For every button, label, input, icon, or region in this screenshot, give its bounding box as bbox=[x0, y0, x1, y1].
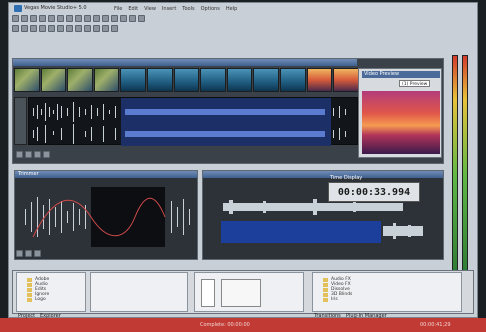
preview-frame-image bbox=[362, 91, 440, 154]
thumbnail bbox=[93, 68, 120, 92]
stop-icon[interactable] bbox=[25, 250, 32, 257]
thumbnail bbox=[147, 68, 173, 92]
paste-icon[interactable] bbox=[75, 15, 82, 22]
plugin-manager-panel[interactable]: Audio FX Video FX Dissolve 3D Blinds Iri… bbox=[312, 272, 462, 312]
menu-insert[interactable]: Insert bbox=[162, 6, 176, 12]
region-icon[interactable] bbox=[102, 25, 109, 32]
thumbnail bbox=[253, 68, 280, 92]
menu-file[interactable]: File bbox=[114, 6, 122, 12]
thumbnail bbox=[306, 68, 333, 92]
play-icon[interactable] bbox=[16, 250, 23, 257]
video-track-thumbnails[interactable] bbox=[14, 68, 359, 92]
undo-icon[interactable] bbox=[93, 15, 100, 22]
menu-help[interactable]: Help bbox=[226, 6, 237, 12]
audio-editor-title-bar bbox=[203, 171, 443, 178]
preview-preset-dropdown[interactable]: (1) Preview bbox=[399, 80, 431, 87]
trimmer-waveform[interactable] bbox=[15, 187, 197, 247]
status-left: Complete: 00:00:00 bbox=[200, 322, 250, 328]
mixer-channel-strip[interactable] bbox=[221, 279, 261, 307]
loop-icon[interactable] bbox=[43, 151, 50, 158]
master-level-meter-right bbox=[462, 55, 468, 275]
trimmer-title: Trimmer bbox=[15, 171, 197, 178]
tab-transitions[interactable]: Transitions bbox=[314, 313, 341, 319]
loop-icon[interactable] bbox=[21, 25, 28, 32]
play-icon[interactable] bbox=[39, 25, 46, 32]
menu-edit[interactable]: Edit bbox=[128, 6, 138, 12]
menu-bar: File Edit View Insert Tools Options Help bbox=[78, 4, 486, 13]
properties-icon[interactable] bbox=[48, 15, 55, 22]
menu-options[interactable]: Options bbox=[201, 6, 220, 12]
mixer-channel-strip[interactable] bbox=[201, 279, 215, 307]
menu-view[interactable]: View bbox=[144, 6, 156, 12]
marker-icon[interactable] bbox=[93, 25, 100, 32]
thumbnail bbox=[67, 68, 93, 92]
preview-title: Video Preview bbox=[362, 71, 440, 78]
thumbnail bbox=[200, 68, 226, 92]
cut-icon[interactable] bbox=[57, 15, 64, 22]
cursor-icon[interactable] bbox=[120, 15, 127, 22]
time-display-label: Time Display bbox=[330, 175, 363, 181]
thumbnail bbox=[14, 68, 40, 92]
open-icon[interactable] bbox=[21, 15, 28, 22]
mixer-panel[interactable] bbox=[194, 272, 304, 312]
tab-explorer[interactable]: Explorer bbox=[40, 313, 61, 319]
timeline-title-bar bbox=[13, 59, 357, 66]
go-end-icon[interactable] bbox=[84, 25, 91, 32]
stop-icon[interactable] bbox=[34, 151, 41, 158]
video-preview-window: Video Preview (1) Preview bbox=[358, 68, 442, 158]
audio-track-1[interactable] bbox=[28, 97, 358, 146]
tab-project[interactable]: Project bbox=[18, 313, 35, 319]
thumbnail bbox=[40, 68, 67, 92]
zoom-icon[interactable] bbox=[138, 15, 145, 22]
thumbnail bbox=[120, 68, 147, 92]
copy-icon[interactable] bbox=[66, 15, 73, 22]
save-icon[interactable] bbox=[30, 15, 37, 22]
loop-icon[interactable] bbox=[34, 250, 41, 257]
audio-waveform bbox=[33, 102, 346, 144]
record-icon[interactable] bbox=[12, 25, 19, 32]
record-icon[interactable] bbox=[16, 151, 23, 158]
pause-icon[interactable] bbox=[48, 25, 55, 32]
trimmer-window: Trimmer bbox=[14, 170, 198, 260]
time-display: 00:00:33.994 bbox=[328, 182, 420, 202]
thumbnail bbox=[333, 68, 359, 92]
toolbar-secondary bbox=[12, 24, 212, 33]
stop-icon[interactable] bbox=[57, 25, 64, 32]
transport-bar bbox=[16, 150, 96, 159]
explorer-file-list[interactable] bbox=[90, 272, 188, 312]
track-header[interactable] bbox=[14, 97, 27, 145]
envelope-icon[interactable] bbox=[129, 15, 136, 22]
next-frame-icon[interactable] bbox=[75, 25, 82, 32]
play-icon[interactable] bbox=[25, 151, 32, 158]
thumbnail bbox=[280, 68, 306, 92]
prev-frame-icon[interactable] bbox=[66, 25, 73, 32]
new-icon[interactable] bbox=[12, 15, 19, 22]
menu-tools[interactable]: Tools bbox=[182, 6, 194, 12]
toolbar-main bbox=[12, 14, 212, 23]
plugin-item[interactable]: Iris bbox=[313, 297, 461, 302]
app-logo-icon bbox=[14, 5, 22, 12]
trimmer-toolbar bbox=[16, 249, 196, 258]
master-level-meter-left bbox=[452, 55, 458, 275]
lock-icon[interactable] bbox=[111, 25, 118, 32]
thumbnail bbox=[226, 68, 253, 92]
folder-item[interactable]: Logo bbox=[17, 297, 85, 302]
render-icon[interactable] bbox=[39, 15, 46, 22]
explorer-folder-tree[interactable]: Adobe Audio Edits Ignore Logo bbox=[16, 272, 86, 312]
thumbnail bbox=[173, 68, 200, 92]
tab-plugin-manager[interactable]: Plug-In Manager bbox=[346, 313, 387, 319]
audio-editor-waveform[interactable] bbox=[203, 193, 443, 255]
redo-icon[interactable] bbox=[102, 15, 109, 22]
delete-icon[interactable] bbox=[84, 15, 91, 22]
snap-icon[interactable] bbox=[111, 15, 118, 22]
status-right: 00:00:41;29 bbox=[420, 322, 451, 328]
play-start-icon[interactable] bbox=[30, 25, 37, 32]
